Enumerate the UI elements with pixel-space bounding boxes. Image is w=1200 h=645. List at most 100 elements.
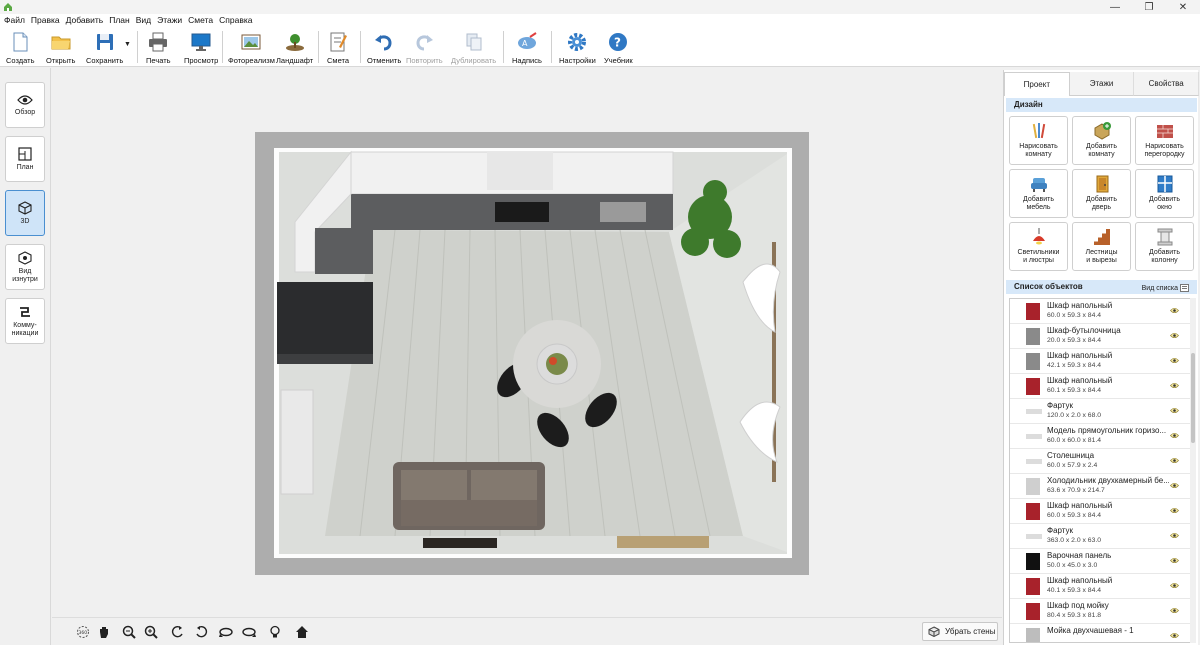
list-item[interactable]: Холодильник двухкамерный бе... 63.6 x 70.… bbox=[1010, 474, 1191, 499]
print-button[interactable]: Печать bbox=[146, 29, 171, 65]
home-view-button[interactable] bbox=[293, 623, 311, 641]
list-item[interactable]: Шкаф напольный 60.1 x 59.3 x 84.4 bbox=[1010, 374, 1191, 399]
list-item[interactable]: Шкаф-бутылочница 20.0 x 59.3 x 84.4 bbox=[1010, 324, 1191, 349]
visibility-eye-icon[interactable] bbox=[1170, 382, 1179, 389]
inside-view-button[interactable]: Вид изнутри bbox=[5, 244, 45, 290]
label-button[interactable]: A Надпись bbox=[512, 29, 542, 65]
close-button[interactable]: ✕ bbox=[1166, 0, 1200, 14]
menu-floors[interactable]: Этажи bbox=[157, 14, 182, 27]
tab-properties[interactable]: Свойства bbox=[1134, 72, 1200, 96]
add-room-button[interactable]: Добавить комнату bbox=[1072, 116, 1131, 165]
visibility-eye-icon[interactable] bbox=[1170, 432, 1179, 439]
add-stairs-button[interactable]: Лестницы и вырезы bbox=[1072, 222, 1131, 271]
menu-view[interactable]: Вид bbox=[136, 14, 151, 27]
list-view-toggle[interactable]: Вид списка bbox=[1142, 282, 1189, 296]
add-column-button[interactable]: Добавить колонну bbox=[1135, 222, 1194, 271]
tab-floors[interactable]: Этажи bbox=[1069, 72, 1135, 96]
preview-button[interactable]: Просмотр bbox=[184, 29, 218, 65]
create-button[interactable]: Создать bbox=[6, 29, 35, 65]
object-dimensions: 60.0 x 59.3 x 84.4 bbox=[1047, 312, 1102, 319]
visibility-eye-icon[interactable] bbox=[1170, 582, 1179, 589]
visibility-eye-icon[interactable] bbox=[1170, 482, 1179, 489]
visibility-eye-icon[interactable] bbox=[1170, 532, 1179, 539]
menu-file[interactable]: Файл bbox=[4, 14, 25, 27]
visibility-eye-icon[interactable] bbox=[1170, 632, 1179, 639]
object-dimensions: 363.0 x 2.0 x 63.0 bbox=[1047, 537, 1102, 544]
objects-list-scrollbar[interactable] bbox=[1190, 298, 1196, 643]
visibility-eye-icon[interactable] bbox=[1170, 607, 1179, 614]
visibility-eye-icon[interactable] bbox=[1170, 357, 1179, 364]
add-lights-button[interactable]: Светильники и люстры bbox=[1009, 222, 1068, 271]
add-door-button[interactable]: Добавить дверь bbox=[1072, 169, 1131, 218]
visibility-eye-icon[interactable] bbox=[1170, 507, 1179, 514]
minimize-button[interactable]: — bbox=[1098, 0, 1132, 14]
visibility-eye-icon[interactable] bbox=[1170, 557, 1179, 564]
list-item[interactable]: Шкаф под мойку 80.4 x 59.3 x 81.8 bbox=[1010, 599, 1191, 624]
object-thumbnail bbox=[1026, 353, 1040, 370]
menu-plan[interactable]: План bbox=[109, 14, 130, 27]
visibility-eye-icon[interactable] bbox=[1170, 332, 1179, 339]
rotate-right-button[interactable] bbox=[192, 623, 210, 641]
photorealism-button[interactable]: Фотореализм bbox=[228, 29, 275, 65]
menu-help[interactable]: Справка bbox=[219, 14, 252, 27]
menu-estimate[interactable]: Смета bbox=[188, 14, 213, 27]
communications-view-button[interactable]: Комму-никации bbox=[5, 298, 45, 344]
draw-room-button[interactable]: Нарисовать комнату bbox=[1009, 116, 1068, 165]
list-item[interactable]: Мойка двухчашевая - 1 bbox=[1010, 624, 1191, 642]
list-item[interactable]: Столешница 60.0 x 57.9 x 2.4 bbox=[1010, 449, 1191, 474]
remove-walls-button[interactable]: Убрать стены bbox=[922, 622, 998, 641]
redo-button[interactable]: Повторить bbox=[406, 29, 443, 65]
list-item[interactable]: Фартук 363.0 x 2.0 x 63.0 bbox=[1010, 524, 1191, 549]
add-window-button[interactable]: Добавить окно bbox=[1135, 169, 1194, 218]
walkthrough-cube-icon bbox=[18, 250, 32, 265]
menu-edit[interactable]: Правка bbox=[31, 14, 60, 27]
scrollbar-thumb[interactable] bbox=[1191, 353, 1195, 443]
lighting-button[interactable] bbox=[266, 623, 284, 641]
landscape-button[interactable]: Ландшафт bbox=[276, 29, 313, 65]
3d-view-button[interactable]: 3D bbox=[5, 190, 45, 236]
open-button[interactable]: Открыть bbox=[46, 29, 75, 65]
zoom-out-button[interactable] bbox=[120, 623, 138, 641]
objects-list[interactable]: Шкаф напольный 60.0 x 59.3 x 84.4 Шкаф-бут… bbox=[1009, 298, 1192, 643]
maximize-button[interactable]: ❐ bbox=[1132, 0, 1166, 14]
toolbar-divider bbox=[222, 31, 223, 63]
tab-project[interactable]: Проект bbox=[1004, 72, 1070, 96]
add-furniture-button[interactable]: Добавить мебель bbox=[1009, 169, 1068, 218]
door-icon bbox=[1096, 175, 1108, 193]
visibility-eye-icon[interactable] bbox=[1170, 407, 1179, 414]
estimate-button[interactable]: Смета bbox=[327, 29, 349, 65]
list-item[interactable]: Модель прямоугольник горизо... 60.0 x 60.… bbox=[1010, 424, 1191, 449]
object-dimensions: 50.0 x 45.0 x 3.0 bbox=[1047, 562, 1098, 569]
undo-button[interactable]: Отменить bbox=[367, 29, 401, 65]
list-item[interactable]: Фартук 120.0 x 2.0 x 68.0 bbox=[1010, 399, 1191, 424]
tilt-up-button[interactable] bbox=[217, 623, 235, 641]
save-dropdown-icon[interactable]: ▼ bbox=[124, 41, 131, 48]
draw-partition-button[interactable]: Нарисовать перегородку bbox=[1135, 116, 1194, 165]
list-item[interactable]: Варочная панель 50.0 x 45.0 x 3.0 bbox=[1010, 549, 1191, 574]
rotate-left-button[interactable] bbox=[169, 623, 187, 641]
column-icon bbox=[1157, 228, 1172, 246]
list-item[interactable]: Шкаф напольный 60.0 x 59.3 x 84.4 bbox=[1010, 499, 1191, 524]
list-item[interactable]: Шкаф напольный 42.1 x 59.3 x 84.4 bbox=[1010, 349, 1191, 374]
ceiling-lamp-icon bbox=[1032, 228, 1045, 245]
svg-text:A: A bbox=[522, 39, 528, 48]
visibility-eye-icon[interactable] bbox=[1170, 457, 1179, 464]
tilt-down-button[interactable] bbox=[240, 623, 258, 641]
3d-viewport[interactable] bbox=[52, 68, 1002, 617]
visibility-eye-icon[interactable] bbox=[1170, 307, 1179, 314]
room-3d-render[interactable] bbox=[255, 132, 809, 575]
pan-hand-button[interactable] bbox=[95, 623, 113, 641]
zoom-out-icon bbox=[122, 625, 136, 639]
plan-view-button[interactable]: План bbox=[5, 136, 45, 182]
zoom-in-button[interactable] bbox=[142, 623, 160, 641]
duplicate-button[interactable]: Дублировать bbox=[451, 29, 496, 65]
menu-add[interactable]: Добавить bbox=[66, 14, 104, 27]
settings-button[interactable]: Настройки bbox=[559, 29, 596, 65]
overview-view-button[interactable]: Обзор bbox=[5, 82, 45, 128]
help-question-icon: ? bbox=[609, 33, 628, 51]
save-button[interactable]: Сохранить bbox=[86, 29, 123, 65]
rotate-360-button[interactable]: 360 bbox=[74, 623, 92, 641]
list-item[interactable]: Шкаф напольный 60.0 x 59.3 x 84.4 bbox=[1010, 299, 1191, 324]
list-item[interactable]: Шкаф напольный 40.1 x 59.3 x 84.4 bbox=[1010, 574, 1191, 599]
tutorial-button[interactable]: ? Учебник bbox=[604, 29, 633, 65]
